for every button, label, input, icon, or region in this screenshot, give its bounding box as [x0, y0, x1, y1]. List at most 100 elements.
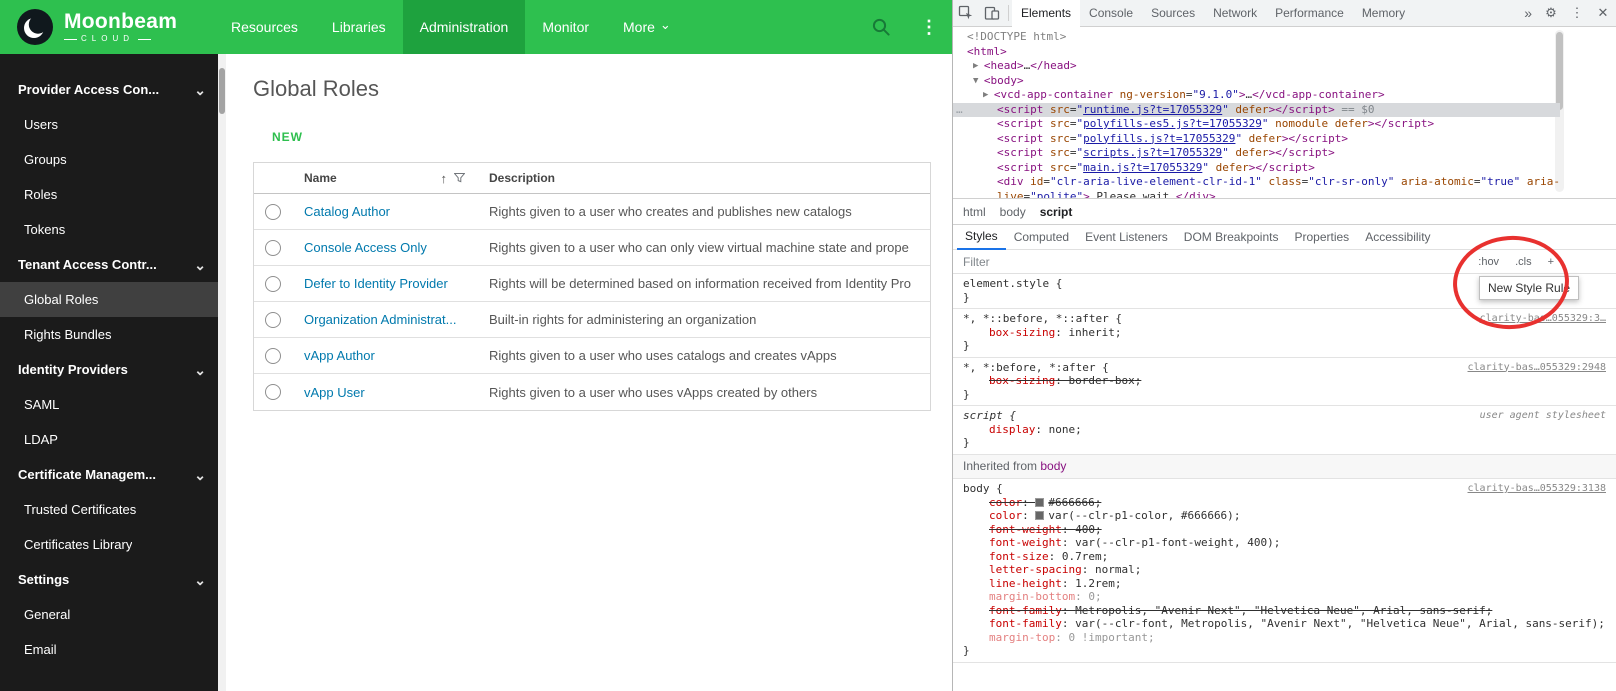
stylesheet-link[interactable]: clarity-bas…055329:2948 [1468, 361, 1606, 375]
css-property[interactable]: margin-bottom: 0; [963, 590, 1606, 604]
css-property[interactable]: line-height: 1.2rem; [963, 577, 1606, 591]
new-style-rule-button[interactable]: + [1548, 256, 1554, 268]
sidebar-item-certificates-library[interactable]: Certificates Library [0, 527, 218, 562]
sidebar-item-email[interactable]: Email [0, 632, 218, 667]
toggle-classes-button[interactable]: .cls [1515, 256, 1532, 268]
devtools-close-icon[interactable]: ✕ [1590, 0, 1616, 27]
dom-tree-line[interactable]: <script src="main.js?t=17055329" defer><… [953, 161, 1560, 176]
sidebar-item-identity-providers[interactable]: Identity Providers⌄ [0, 352, 218, 387]
dom-tree-line[interactable]: ▶ <vcd-app-container ng-version="9.1.0">… [953, 88, 1560, 103]
styles-tab-dom-breakpoints[interactable]: DOM Breakpoints [1176, 226, 1287, 249]
sidebar-item-general[interactable]: General [0, 597, 218, 632]
sidebar-item-rights-bundles[interactable]: Rights Bundles [0, 317, 218, 352]
sidebar-item-groups[interactable]: Groups [0, 142, 218, 177]
devtools-tab-memory[interactable]: Memory [1353, 0, 1414, 27]
breadcrumb-html[interactable]: html [963, 205, 986, 219]
color-swatch[interactable] [1035, 511, 1044, 520]
css-property[interactable]: letter-spacing: normal; [963, 563, 1606, 577]
css-property[interactable]: font-weight: var(--clr-p1-font-weight, 4… [963, 536, 1606, 550]
styles-tab-styles[interactable]: Styles [957, 225, 1006, 250]
css-property[interactable]: color: #666666; [963, 496, 1606, 510]
dom-tree-line[interactable]: …<script src="runtime.js?t=17055329" def… [953, 103, 1560, 118]
css-selector[interactable]: body { [963, 482, 1003, 495]
sidebar-item-provider-access-con[interactable]: Provider Access Con...⌄ [0, 72, 218, 107]
sidebar-item-users[interactable]: Users [0, 107, 218, 142]
styles-tab-event-listeners[interactable]: Event Listeners [1077, 226, 1176, 249]
nav-item-administration[interactable]: Administration [403, 0, 526, 54]
css-property[interactable]: font-weight: 400; [963, 523, 1606, 537]
sidebar-item-tenant-access-contr[interactable]: Tenant Access Contr...⌄ [0, 247, 218, 282]
devtools-tab-console[interactable]: Console [1080, 0, 1142, 27]
overflow-menu-icon[interactable]: ⋮ [920, 18, 938, 36]
role-name-link[interactable]: vApp Author [304, 348, 375, 363]
dom-tree-line[interactable]: <!DOCTYPE html> [953, 30, 1560, 45]
sidebar-item-settings[interactable]: Settings⌄ [0, 562, 218, 597]
sidebar-item-saml[interactable]: SAML [0, 387, 218, 422]
breadcrumb-script[interactable]: script [1040, 205, 1073, 219]
css-property[interactable]: box-sizing: border-box; [963, 374, 1606, 388]
toggle-element-state-button[interactable]: :hov [1478, 256, 1499, 268]
sidebar-item-global-roles[interactable]: Global Roles [0, 282, 218, 317]
sidebar-item-trusted-certificates[interactable]: Trusted Certificates [0, 492, 218, 527]
css-property[interactable]: margin-top: 0 !important; [963, 631, 1606, 645]
inherited-node-link[interactable]: body [1040, 459, 1066, 473]
dom-tree-line[interactable]: ▼ <body> [953, 74, 1560, 89]
row-radio-button[interactable] [265, 204, 281, 220]
row-radio-button[interactable] [265, 276, 281, 292]
sidebar-scrollbar[interactable] [218, 54, 226, 691]
css-selector[interactable]: element.style { [963, 277, 1062, 290]
css-property[interactable]: font-family: var(--clr-font, Metropolis,… [963, 617, 1606, 631]
row-radio-button[interactable] [265, 348, 281, 364]
css-property[interactable]: color: var(--clr-p1-color, #666666); [963, 509, 1606, 523]
sidebar-item-roles[interactable]: Roles [0, 177, 218, 212]
role-name-link[interactable]: Defer to Identity Provider [304, 276, 448, 291]
new-button[interactable]: NEW [272, 130, 303, 144]
css-property[interactable]: font-size: 0.7rem; [963, 550, 1606, 564]
row-radio-button[interactable] [265, 384, 281, 400]
brand-logo[interactable]: Moonbeam CLOUD [0, 8, 214, 46]
filter-icon[interactable] [454, 173, 465, 183]
nav-item-monitor[interactable]: Monitor [525, 0, 606, 54]
nav-item-resources[interactable]: Resources [214, 0, 315, 54]
more-tabs-icon[interactable]: » [1518, 5, 1538, 21]
styles-filter-input[interactable]: Filter [963, 255, 990, 269]
sidebar-scrollbar-thumb[interactable] [219, 68, 225, 114]
devtools-tab-sources[interactable]: Sources [1142, 0, 1204, 27]
styles-tab-properties[interactable]: Properties [1286, 226, 1357, 249]
sort-ascending-icon[interactable]: ↑ [441, 171, 448, 186]
css-property[interactable]: display: none; [963, 423, 1606, 437]
role-name-link[interactable]: Catalog Author [304, 204, 390, 219]
devtools-tab-network[interactable]: Network [1204, 0, 1266, 27]
settings-gear-icon[interactable]: ⚙ [1538, 0, 1564, 27]
role-name-link[interactable]: vApp User [304, 385, 365, 400]
nav-item-libraries[interactable]: Libraries [315, 0, 403, 54]
dom-tree-line[interactable]: <script src="scripts.js?t=17055329" defe… [953, 146, 1560, 161]
breadcrumb-body[interactable]: body [1000, 205, 1026, 219]
search-icon[interactable] [870, 16, 892, 38]
sidebar-item-tokens[interactable]: Tokens [0, 212, 218, 247]
stylesheet-link[interactable]: clarity-bas…055329:3138 [1468, 482, 1606, 496]
dom-tree-line[interactable]: <div id="clr-aria-live-element-clr-id-1"… [953, 175, 1560, 190]
devtools-kebab-icon[interactable]: ⋮ [1564, 0, 1590, 27]
styles-tab-computed[interactable]: Computed [1006, 226, 1077, 249]
css-property[interactable]: box-sizing: inherit; [963, 326, 1606, 340]
sidebar-item-certificate-managem[interactable]: Certificate Managem...⌄ [0, 457, 218, 492]
css-selector[interactable]: script { [963, 409, 1016, 422]
dom-tree-line[interactable]: <html> [953, 45, 1560, 60]
inspect-element-icon[interactable] [953, 0, 979, 27]
row-radio-button[interactable] [265, 312, 281, 328]
name-column-header[interactable]: Name ↑ [292, 171, 477, 186]
styles-tab-accessibility[interactable]: Accessibility [1357, 226, 1438, 249]
dom-tree-line[interactable]: <script src="polyfills.js?t=17055329" de… [953, 132, 1560, 147]
role-name-link[interactable]: Console Access Only [304, 240, 427, 255]
description-column-header[interactable]: Description [477, 171, 930, 185]
dom-tree-line[interactable]: live="polite"> Please wait </div> [953, 190, 1560, 199]
css-selector[interactable]: *, *:before, *:after { [963, 361, 1109, 374]
devtools-tab-performance[interactable]: Performance [1266, 0, 1353, 27]
stylesheet-link[interactable]: clarity-bas…055329:3… [1480, 312, 1606, 326]
devtools-tab-elements[interactable]: Elements [1012, 0, 1080, 27]
nav-item-more[interactable]: More⌄ [606, 0, 688, 54]
css-property[interactable]: font-family: Metropolis, "Avenir Next", … [963, 604, 1606, 618]
css-selector[interactable]: *, *::before, *::after { [963, 312, 1122, 325]
device-toolbar-icon[interactable] [979, 0, 1005, 27]
